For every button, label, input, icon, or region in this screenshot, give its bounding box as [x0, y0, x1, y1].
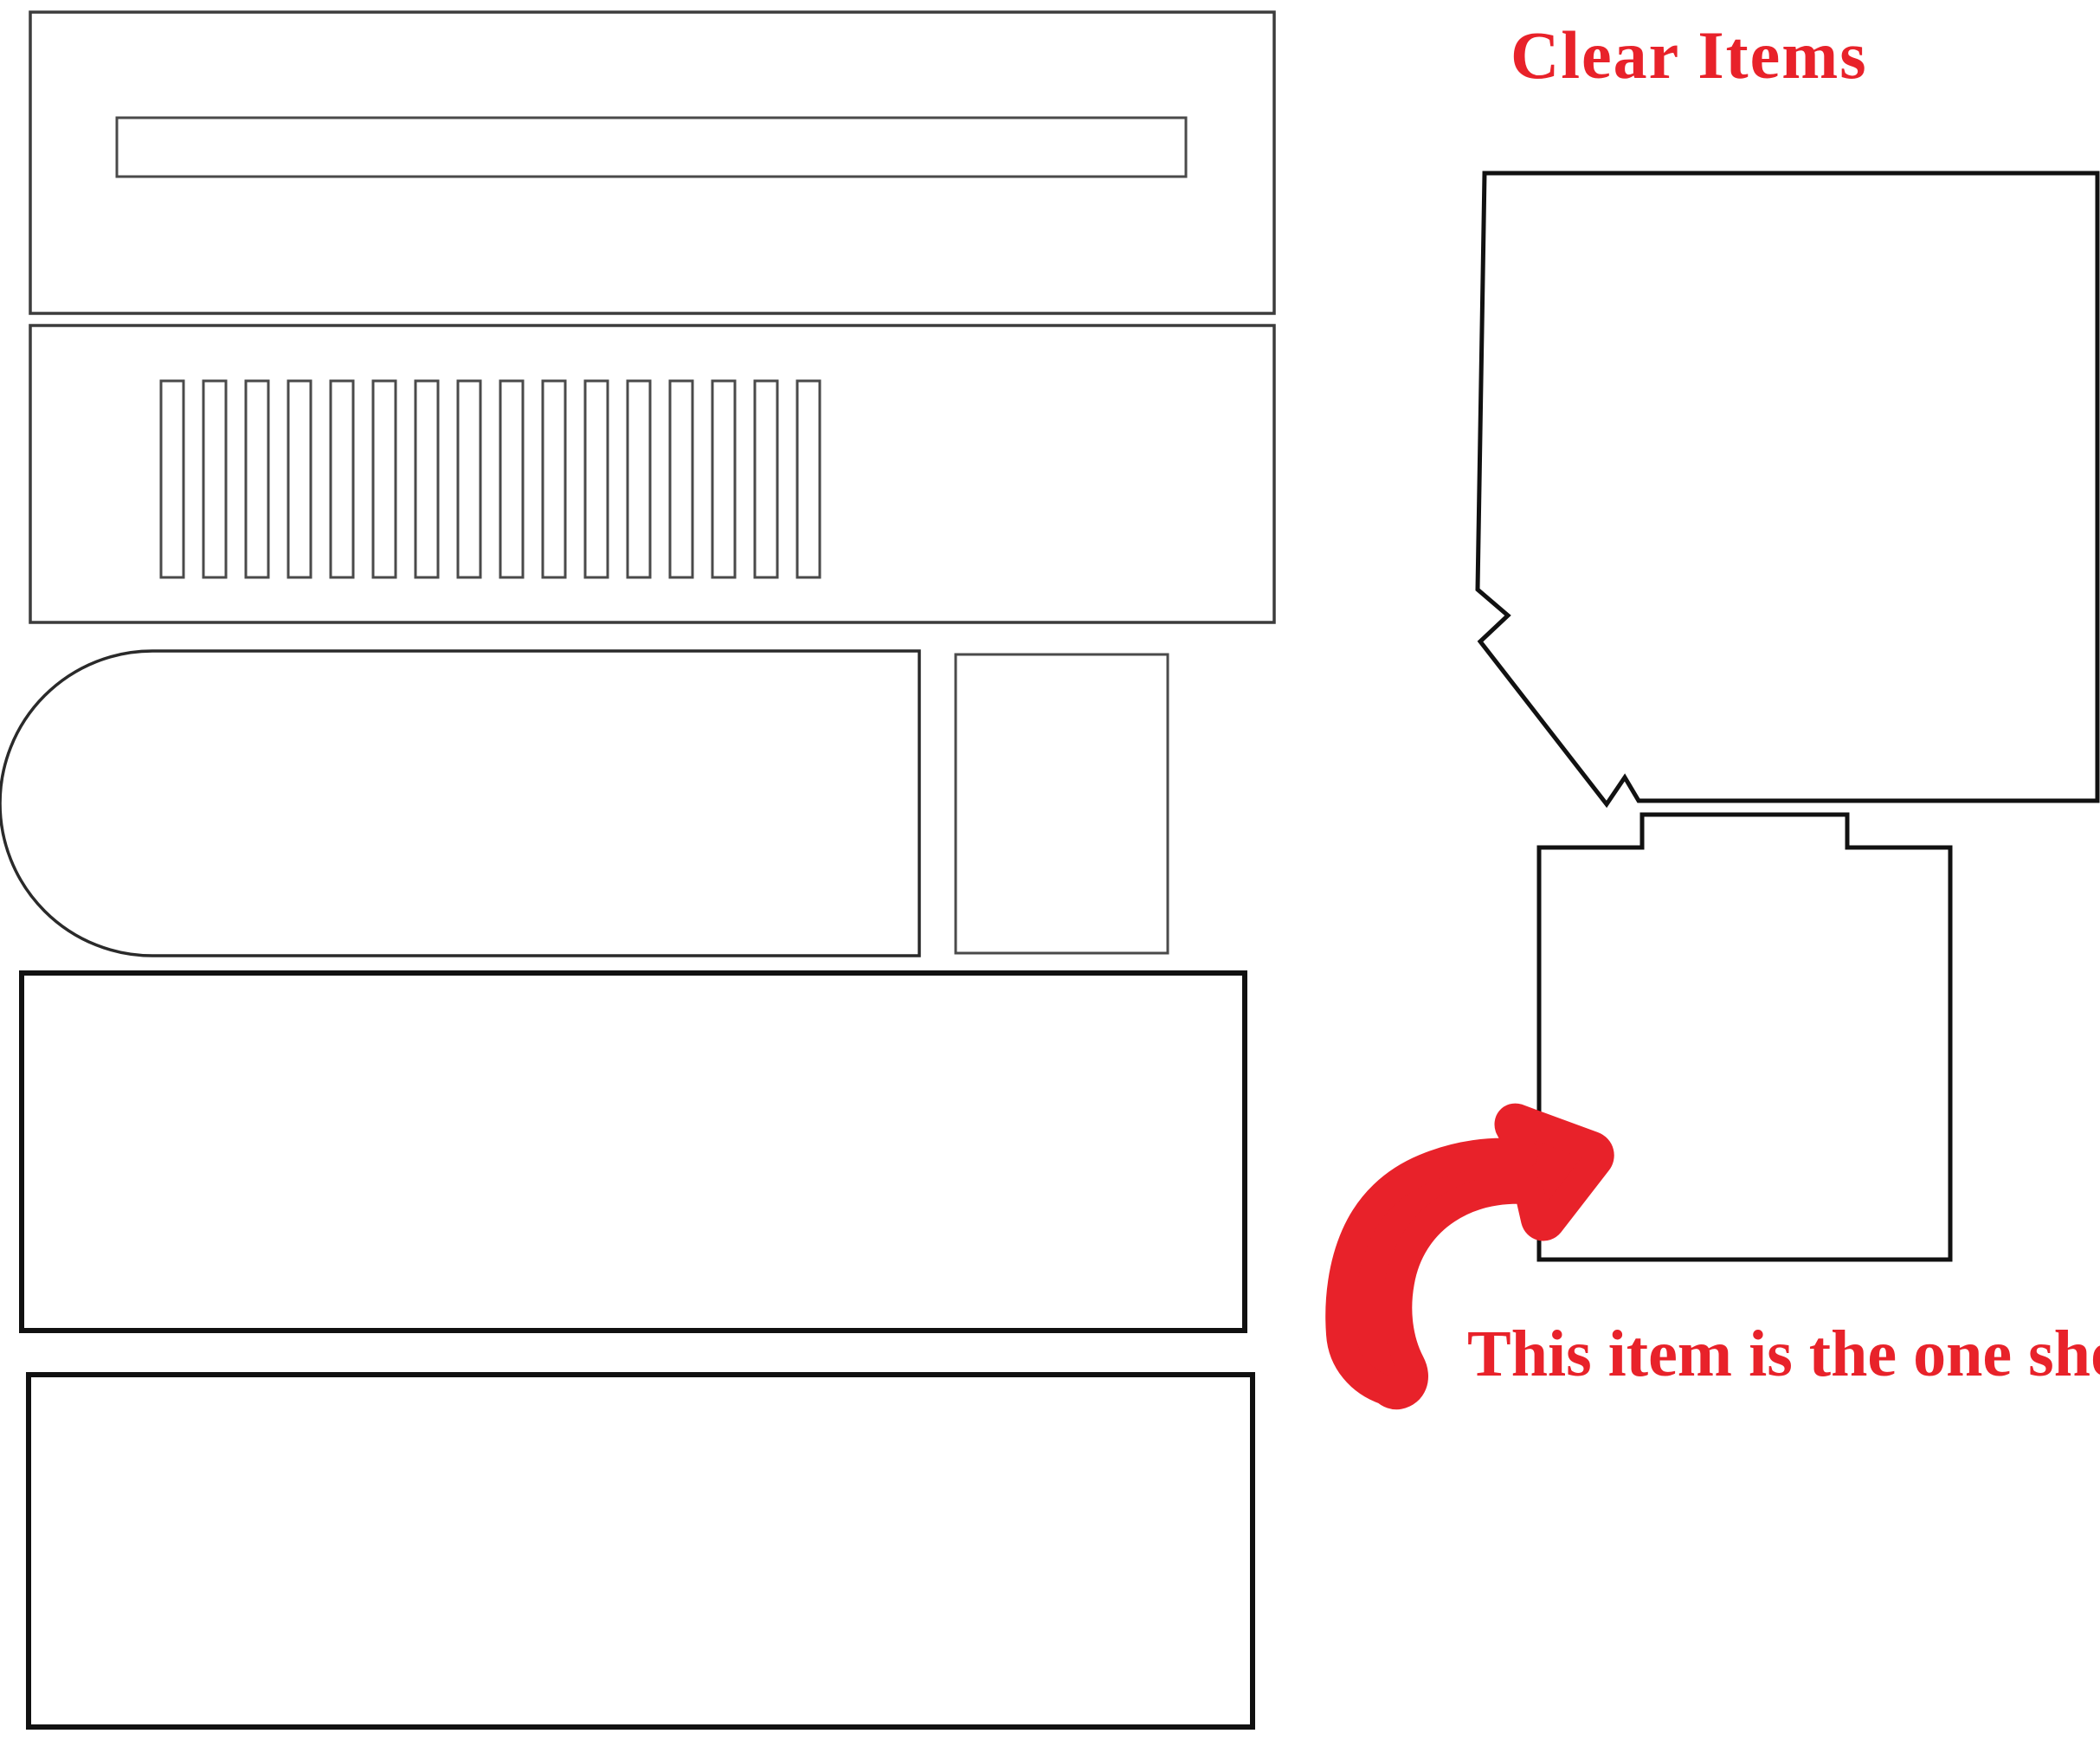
annotation-layer — [1325, 1103, 1614, 1410]
highlight-caption: This item is the one shown in the pictur… — [1467, 1318, 2100, 1390]
page-title: Clear Items — [1511, 17, 1868, 93]
diagram-canvas: Clear Items This item is the one shown i… — [0, 0, 2100, 1740]
